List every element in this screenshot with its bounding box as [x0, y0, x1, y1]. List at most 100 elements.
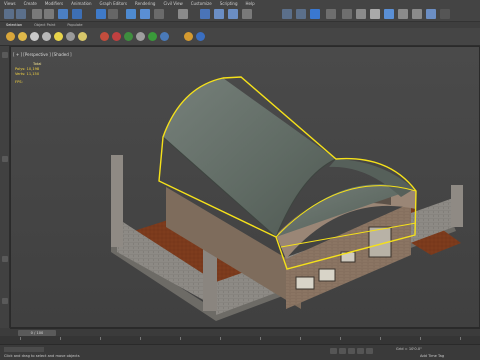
menu-civil-view[interactable]: Civil View	[159, 1, 186, 6]
helper-icon[interactable]	[100, 32, 109, 41]
redo-icon[interactable]	[16, 9, 26, 19]
shape-icon[interactable]	[136, 32, 145, 41]
add-time-tag[interactable]: Add Time Tag	[420, 354, 444, 358]
light-icon[interactable]	[6, 32, 15, 41]
mirror-icon[interactable]	[282, 9, 292, 19]
verts-value: 11,150	[26, 72, 40, 76]
menu-bar: Views Create Modifiers Animation Graph E…	[0, 0, 480, 7]
material-editor-icon[interactable]	[370, 9, 380, 19]
layer-explorer-icon[interactable]	[310, 9, 320, 19]
system-icon[interactable]	[124, 32, 133, 41]
menu-create[interactable]: Create	[20, 1, 41, 6]
window	[318, 268, 336, 282]
particle-icon[interactable]	[148, 32, 157, 41]
verts-label: Verts:	[15, 72, 26, 76]
select-region-icon[interactable]	[96, 9, 106, 19]
tab-populate[interactable]: Populate	[61, 23, 88, 27]
polys-value: 10,198	[26, 67, 40, 71]
render-iterative-icon[interactable]	[426, 9, 436, 19]
menu-help[interactable]: Help	[242, 1, 259, 6]
menu-scripting[interactable]: Scripting	[216, 1, 242, 6]
activeshade-icon[interactable]	[440, 9, 450, 19]
cylinder-icon[interactable]	[42, 32, 51, 41]
modifier-icon[interactable]	[184, 32, 193, 41]
frame-tick	[300, 337, 301, 340]
menu-modifiers[interactable]: Modifiers	[41, 1, 67, 6]
verts-row: Verts: 11,150	[15, 72, 41, 77]
status-prompt: Click and drag to select and move object…	[4, 354, 80, 358]
select-object-icon[interactable]	[58, 9, 68, 19]
perspective-viewport[interactable]: [ + ] [Perspective ] [Shaded ] Total Pol…	[10, 46, 480, 328]
scale-icon[interactable]	[154, 9, 164, 19]
frame-tick	[380, 337, 381, 340]
layout-tab-icon[interactable]	[2, 298, 8, 304]
toggle-ribbon-icon[interactable]	[326, 9, 336, 19]
window-crossing-icon[interactable]	[108, 9, 118, 19]
goto-start-icon[interactable]	[330, 348, 337, 354]
corner-pillar	[111, 155, 123, 247]
frame-tick	[420, 337, 421, 340]
frame-tick	[260, 337, 261, 340]
layout-tab-icon[interactable]	[2, 256, 8, 262]
viewport-statistics: Total Polys: 10,198 Verts: 11,150 FPS:	[15, 62, 41, 85]
undo-icon[interactable]	[4, 9, 14, 19]
snaps-icon[interactable]	[214, 9, 224, 19]
scene-render	[11, 47, 479, 327]
layout-tab-icon[interactable]	[2, 52, 8, 58]
menu-customize[interactable]: Customize	[187, 1, 216, 6]
frame-tick	[220, 337, 221, 340]
menu-graph-editors[interactable]: Graph Editors	[96, 1, 131, 6]
curve-editor-icon[interactable]	[342, 9, 352, 19]
goto-end-icon[interactable]	[366, 348, 373, 354]
grid-readout: Grid = 10'0.0"	[396, 347, 422, 351]
camera-icon[interactable]	[78, 32, 87, 41]
link-icon[interactable]	[32, 9, 42, 19]
frame-tick	[180, 337, 181, 340]
sunlight-icon[interactable]	[18, 32, 27, 41]
schematic-view-icon[interactable]	[356, 9, 366, 19]
percent-snap-icon[interactable]	[242, 9, 252, 19]
hierarchy-icon[interactable]	[196, 32, 205, 41]
frame-tick	[60, 337, 61, 340]
frame-tick	[140, 337, 141, 340]
track-bar[interactable]	[0, 336, 480, 344]
fps-label: FPS:	[15, 80, 23, 84]
previous-frame-icon[interactable]	[339, 348, 346, 354]
reference-coordinate-icon[interactable]	[178, 9, 188, 19]
maxscript-listener[interactable]	[4, 347, 44, 352]
sphere-icon[interactable]	[30, 32, 39, 41]
viewport-layout-strip	[0, 46, 10, 328]
render-setup-icon[interactable]	[384, 9, 394, 19]
pivot-icon[interactable]	[200, 9, 210, 19]
menu-animation[interactable]: Animation	[67, 1, 95, 6]
viewport-label[interactable]: [ + ] [Perspective ] [Shaded ]	[13, 52, 72, 57]
animation-controls	[330, 347, 390, 359]
menu-rendering[interactable]: Rendering	[131, 1, 159, 6]
tab-object-paint[interactable]: Object Paint	[28, 23, 61, 27]
rotate-icon[interactable]	[140, 9, 150, 19]
select-by-name-icon[interactable]	[72, 9, 82, 19]
torus-icon[interactable]	[66, 32, 75, 41]
render-production-icon[interactable]	[412, 9, 422, 19]
play-icon[interactable]	[348, 348, 355, 354]
time-slider-track[interactable]: 0 / 100	[10, 328, 480, 336]
tab-selection[interactable]: Selection	[0, 23, 28, 27]
rendered-frame-icon[interactable]	[398, 9, 408, 19]
menu-views[interactable]: Views	[0, 1, 20, 6]
align-icon[interactable]	[296, 9, 306, 19]
next-frame-icon[interactable]	[357, 348, 364, 354]
unlink-icon[interactable]	[44, 9, 54, 19]
polys-label: Polys:	[15, 67, 26, 71]
move-icon[interactable]	[126, 9, 136, 19]
layout-tab-icon[interactable]	[2, 156, 8, 162]
frame-tick	[100, 337, 101, 340]
cone-icon[interactable]	[54, 32, 63, 41]
angle-snap-icon[interactable]	[228, 9, 238, 19]
frame-tick	[340, 337, 341, 340]
window	[295, 276, 315, 290]
frame-tick	[460, 337, 461, 340]
compound-icon[interactable]	[160, 32, 169, 41]
spacewarp-icon[interactable]	[112, 32, 121, 41]
status-bar: Click and drag to select and move object…	[0, 344, 480, 360]
command-toolbar	[0, 28, 480, 46]
